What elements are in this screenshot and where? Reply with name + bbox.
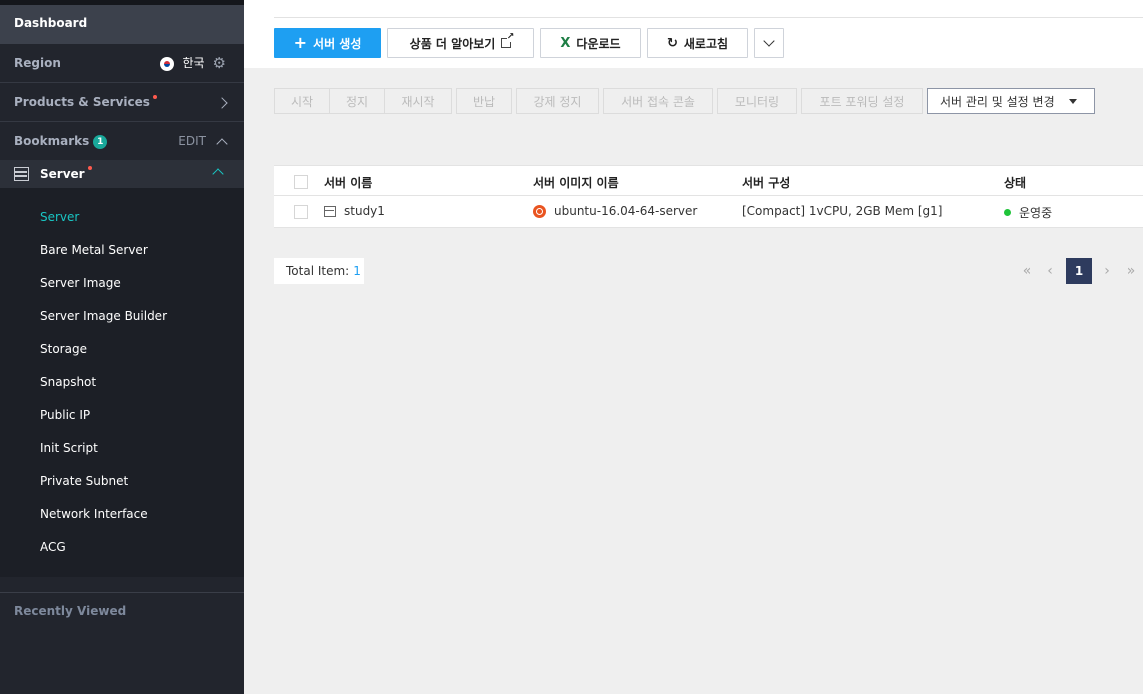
new-dot-icon <box>152 95 157 99</box>
table-row[interactable]: study1 ubuntu-16.04-64-server [Compact] … <box>274 196 1143 228</box>
server-submenu: Server Bare Metal Server Server Image Se… <box>0 188 244 577</box>
first-page-icon[interactable]: « <box>1018 258 1036 284</box>
total-count: 1 <box>353 264 361 278</box>
row-checkbox[interactable] <box>294 205 308 219</box>
prev-page-icon[interactable]: ‹ <box>1042 258 1058 284</box>
chevron-down-icon <box>763 35 775 47</box>
next-page-icon[interactable]: › <box>1099 258 1115 284</box>
sidebar-item-acg[interactable]: ACG <box>40 540 66 554</box>
sidebar-item-server[interactable]: Server <box>40 210 79 224</box>
server-icon <box>324 205 336 217</box>
last-page-icon[interactable]: » <box>1122 258 1140 284</box>
header-server-config[interactable]: 서버 구성 <box>742 174 790 191</box>
force-stop-button[interactable]: 강제 정지 <box>516 88 599 114</box>
sidebar-item-public-ip[interactable]: Public IP <box>40 408 90 422</box>
sidebar-item-server-group[interactable]: Server <box>0 160 244 188</box>
region-label: Region <box>14 56 61 70</box>
sidebar-item-init-script[interactable]: Init Script <box>40 441 98 455</box>
server-console-button[interactable]: 서버 접속 콘솔 <box>603 88 713 114</box>
learn-more-button[interactable]: 상품 더 알아보기 <box>387 28 534 58</box>
gear-icon[interactable]: ⚙ <box>213 44 226 83</box>
products-services-row[interactable]: Products & Services <box>0 83 244 122</box>
caret-down-icon <box>1068 98 1077 104</box>
server-icon <box>14 167 29 181</box>
bookmarks-count-badge: 1 <box>93 134 108 149</box>
external-link-icon <box>501 32 515 48</box>
port-forwarding-button[interactable]: 포트 포워딩 설정 <box>801 88 923 114</box>
total-items: Total Item: 1 <box>274 258 364 284</box>
more-dropdown-button[interactable] <box>754 28 784 58</box>
start-button[interactable]: 시작 <box>274 88 330 114</box>
bookmarks-row[interactable]: Bookmarks 1 EDIT <box>0 122 244 161</box>
excel-icon: X <box>560 35 571 51</box>
refresh-icon: ↻ <box>666 35 678 51</box>
recently-viewed-label: Recently Viewed <box>14 604 127 618</box>
status-running-icon <box>1004 209 1011 216</box>
monitoring-button[interactable]: 모니터링 <box>717 88 797 114</box>
header-status[interactable]: 상태 <box>1004 174 1026 191</box>
server-name-cell: study1 <box>344 204 385 218</box>
sidebar-item-server-image[interactable]: Server Image <box>40 276 121 290</box>
region-row[interactable]: Region 한국 ⚙ <box>0 44 244 83</box>
header-server-name[interactable]: 서버 이름 <box>324 174 372 191</box>
chevron-up-icon[interactable] <box>216 137 228 150</box>
table-header: 서버 이름 서버 이미지 이름 서버 구성 상태 <box>274 165 1143 196</box>
create-server-button[interactable]: + 서버 생성 <box>274 28 381 58</box>
download-button[interactable]: X 다운로드 <box>540 28 641 58</box>
page-1-button[interactable]: 1 <box>1066 258 1092 284</box>
sidebar-item-network-interface[interactable]: Network Interface <box>40 507 148 521</box>
total-label: Total Item: <box>286 264 350 278</box>
sidebar-item-server-image-builder[interactable]: Server Image Builder <box>40 309 167 323</box>
new-dot-icon <box>87 166 92 170</box>
restart-button[interactable]: 재시작 <box>384 88 452 114</box>
sidebar-item-private-subnet[interactable]: Private Subnet <box>40 474 128 488</box>
sidebar-item-bare-metal-server[interactable]: Bare Metal Server <box>40 243 148 257</box>
server-group-label: Server <box>40 167 85 181</box>
select-all-checkbox[interactable] <box>294 175 308 189</box>
chevron-right-icon <box>216 96 228 109</box>
server-image-cell: ubuntu-16.04-64-server <box>554 204 698 218</box>
status-cell: 운영중 <box>1019 206 1053 220</box>
server-manage-dropdown[interactable]: 서버 관리 및 설정 변경 <box>927 88 1095 114</box>
sidebar: Dashboard Region 한국 ⚙ Products & Service… <box>0 0 244 694</box>
header-server-image[interactable]: 서버 이미지 이름 <box>533 174 619 191</box>
server-config-cell: [Compact] 1vCPU, 2GB Mem [g1] <box>742 204 943 218</box>
products-services-label: Products & Services <box>14 95 150 109</box>
region-value: 한국 <box>182 56 205 70</box>
server-table: 서버 이름 서버 이미지 이름 서버 구성 상태 study1 ubuntu-1… <box>274 165 1143 228</box>
divider <box>274 17 1143 18</box>
ubuntu-icon <box>533 204 546 218</box>
sidebar-divider <box>0 592 244 593</box>
plus-icon: + <box>293 33 308 52</box>
edit-bookmarks-button[interactable]: EDIT <box>178 122 206 161</box>
bookmarks-label: Bookmarks <box>14 134 90 148</box>
sidebar-item-snapshot[interactable]: Snapshot <box>40 375 96 389</box>
korea-flag-icon <box>160 56 175 71</box>
refresh-button[interactable]: ↻ 새로고침 <box>647 28 748 58</box>
sidebar-item-dashboard[interactable]: Dashboard <box>0 5 244 44</box>
return-button[interactable]: 반납 <box>456 88 512 114</box>
sidebar-item-storage[interactable]: Storage <box>40 342 87 356</box>
chevron-up-icon[interactable] <box>212 168 224 180</box>
stop-button[interactable]: 정지 <box>329 88 385 114</box>
